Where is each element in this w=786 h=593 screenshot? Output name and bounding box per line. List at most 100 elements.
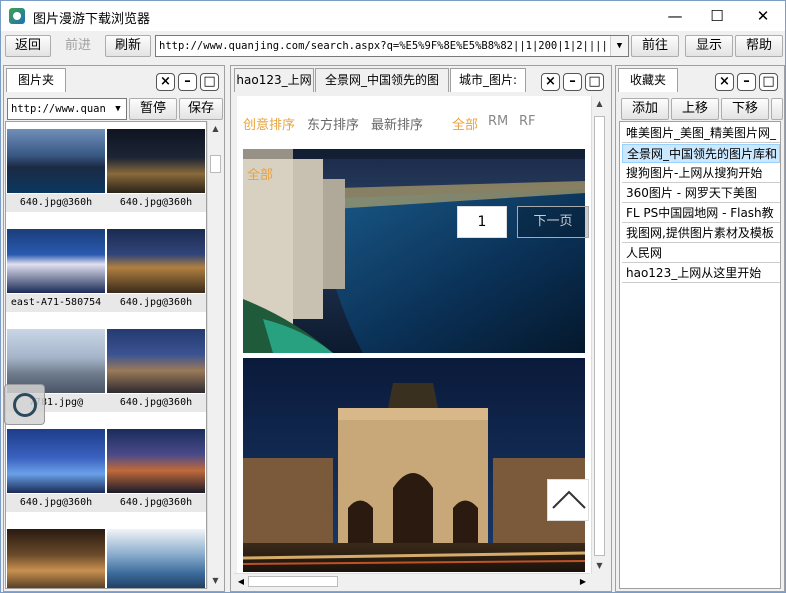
triumphal-arch-image[interactable] — [243, 358, 585, 572]
refresh-button[interactable]: 刷新 — [105, 35, 151, 57]
thumbnail-item[interactable]: 640.jpg@360h — [106, 222, 206, 320]
right-pane-minimize-icon[interactable]: – — [737, 73, 756, 91]
save-button[interactable]: 保存 — [179, 98, 223, 120]
sort-filter-bar: 创意排序 东方排序 最新排序 全部 RM RF — [237, 96, 591, 148]
tab-hao123[interactable]: hao123_上网 — [234, 68, 314, 92]
favorites-list: 唯美图片_美图_精美图片网_ 全景网_中国领先的图片库和 搜狗图片-上网从搜狗开… — [619, 121, 781, 589]
chevron-up-icon — [552, 490, 586, 509]
center-pane-maximize-icon[interactable]: □ — [585, 73, 604, 91]
app-icon — [9, 8, 25, 24]
web-view: 创意排序 东方排序 最新排序 全部 RM RF 1 下一页 全部 — [237, 96, 591, 574]
scroll-down-icon[interactable]: ▼ — [208, 573, 223, 588]
thumbnail-image — [7, 429, 105, 493]
scroll-down-icon[interactable]: ▼ — [592, 558, 607, 573]
go-button[interactable]: 前往 — [631, 35, 679, 57]
next-page-button[interactable]: 下一页 — [517, 206, 589, 238]
back-button[interactable]: 返回 — [5, 35, 51, 57]
chevron-down-icon[interactable]: ▼ — [110, 99, 126, 119]
pause-button[interactable]: 暂停 — [129, 98, 177, 120]
record-button[interactable] — [4, 384, 45, 425]
favorite-item[interactable]: 搜狗图片-上网从搜狗开始 — [622, 164, 780, 183]
scroll-left-icon[interactable]: ◀ — [234, 574, 248, 589]
url-dropdown-icon[interactable]: ▼ — [610, 36, 628, 56]
app-window: 图片漫游下载浏览器 — ☐ ✕ 返回 前进 刷新 http://www.quan… — [0, 0, 786, 593]
thumbnail-item[interactable]: 640.jpg@360h — [106, 422, 206, 520]
folder-url-value: http://www.quan — [11, 103, 106, 115]
move-down-button[interactable]: 下移 — [721, 98, 769, 120]
thumbnail-item[interactable]: 640.jpg@360h — [106, 322, 206, 420]
favorite-item[interactable]: FL PS中国园地网 - Flash教 — [622, 204, 780, 223]
sort-latest-link[interactable]: 最新排序 — [371, 114, 423, 133]
thumbnail-image — [107, 529, 205, 588]
thumbnail-item[interactable] — [106, 522, 206, 588]
tab-favorites[interactable]: 收藏夹 — [618, 68, 678, 92]
thumbnail-caption: 640.jpg@360h — [106, 494, 206, 512]
left-pane-scrollbar[interactable]: ▲ ▼ — [207, 121, 223, 589]
thumbnail-grid: 640.jpg@360h 640.jpg@360h east-A71-58075… — [5, 121, 207, 589]
scroll-up-icon[interactable]: ▲ — [208, 121, 223, 136]
filter-rm-link[interactable]: RM — [488, 114, 508, 129]
more-button[interactable] — [771, 98, 783, 120]
favorite-item[interactable]: 我图网,提供图片素材及模板 — [622, 224, 780, 243]
minimize-icon[interactable]: — — [653, 1, 697, 31]
thumbnail-image — [107, 429, 205, 493]
maximize-icon[interactable]: ☐ — [695, 1, 739, 31]
show-button[interactable]: 显示 — [685, 35, 733, 57]
scroll-thumb[interactable] — [594, 116, 605, 556]
left-pane-minimize-icon[interactable]: – — [178, 73, 197, 91]
thumbnail-item[interactable]: 640.jpg@360h — [6, 122, 106, 220]
left-pane-maximize-icon[interactable]: □ — [200, 73, 219, 91]
city-bay-night-image[interactable] — [243, 149, 585, 353]
folder-url-combo[interactable]: http://www.quan ▼ — [7, 98, 127, 120]
thumbnail-image — [107, 329, 205, 393]
url-text: http://www.quanjing.com/search.aspx?q=%E… — [159, 40, 608, 52]
thumbnail-image — [107, 229, 205, 293]
center-pane-minimize-icon[interactable]: – — [563, 73, 582, 91]
thumbnail-item[interactable]: 640.jpg@360h — [106, 122, 206, 220]
move-up-button[interactable]: 上移 — [671, 98, 719, 120]
thumbnail-caption: 640.jpg@360h — [6, 194, 106, 212]
right-pane-close-icon[interactable]: × — [715, 73, 734, 91]
thumbnail-caption: 640.jpg@360h — [6, 494, 106, 512]
scroll-up-icon[interactable]: ▲ — [592, 96, 607, 111]
thumbnail-item[interactable] — [6, 522, 106, 588]
circle-icon — [13, 393, 37, 417]
center-pane-hscrollbar[interactable]: ◀ ▶ — [234, 573, 590, 589]
window-title: 图片漫游下载浏览器 — [33, 12, 151, 27]
thumbnail-item[interactable]: east-A71-580754 — [6, 222, 106, 320]
thumbnail-caption: 640.jpg@360h — [106, 294, 206, 312]
left-pane-close-icon[interactable]: × — [156, 73, 175, 91]
back-to-top-button[interactable] — [547, 479, 589, 521]
thumbnail-image — [7, 229, 105, 293]
thumbnail-caption: east-A71-580754 — [6, 294, 106, 312]
thumbnail-image — [107, 129, 205, 193]
tab-city-images[interactable]: 城市_图片: — [450, 68, 526, 92]
filter-rf-link[interactable]: RF — [519, 114, 536, 129]
help-button[interactable]: 帮助 — [735, 35, 783, 57]
scroll-thumb[interactable] — [210, 155, 221, 173]
forward-button[interactable]: 前进 — [55, 35, 101, 57]
favorite-item[interactable]: hao123_上网从这里开始 — [622, 264, 780, 283]
tab-quanjing[interactable]: 全景网_中国领先的图 — [315, 68, 449, 92]
right-pane-maximize-icon[interactable]: □ — [759, 73, 778, 91]
filter-all-link[interactable]: 全部 — [452, 114, 478, 133]
add-favorite-button[interactable]: 添加 — [621, 98, 669, 120]
center-pane-close-icon[interactable]: × — [541, 73, 560, 91]
favorite-item[interactable]: 唯美图片_美图_精美图片网_ — [622, 124, 780, 143]
favorite-item[interactable]: 人民网 — [622, 244, 780, 263]
thumbnail-image — [7, 129, 105, 193]
title-bar: 图片漫游下载浏览器 — ☐ ✕ — [1, 1, 785, 31]
hscroll-thumb[interactable] — [248, 576, 338, 587]
thumbnail-item[interactable]: 640.jpg@360h — [6, 422, 106, 520]
thumbnail-caption: 640.jpg@360h — [106, 194, 206, 212]
close-icon[interactable]: ✕ — [741, 1, 785, 31]
favorite-item[interactable]: 360图片 - 网罗天下美图 — [622, 184, 780, 203]
url-input[interactable]: http://www.quanjing.com/search.aspx?q=%E… — [155, 35, 629, 57]
center-pane-scrollbar[interactable]: ▲ ▼ — [591, 96, 607, 574]
tab-image-folder[interactable]: 图片夹 — [6, 68, 66, 92]
favorite-item-selected[interactable]: 全景网_中国领先的图片库和 — [622, 144, 780, 163]
sort-oriental-link[interactable]: 东方排序 — [307, 114, 359, 133]
page-number-input[interactable]: 1 — [457, 206, 507, 238]
sort-creative-link[interactable]: 创意排序 — [243, 114, 295, 133]
scroll-right-icon[interactable]: ▶ — [576, 574, 590, 589]
